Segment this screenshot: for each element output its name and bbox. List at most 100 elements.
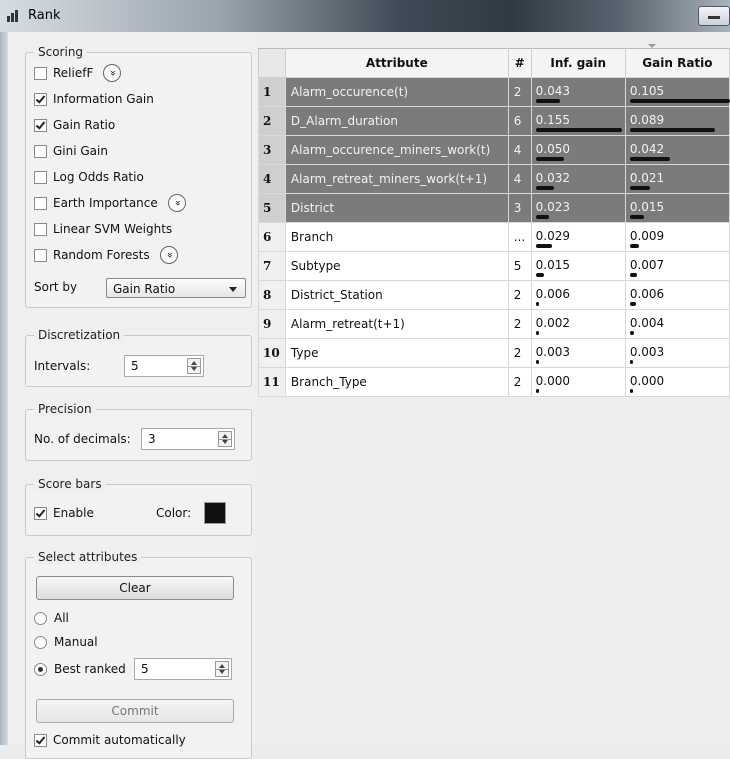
- attribute-name[interactable]: D_Alarm_duration: [284, 106, 509, 136]
- scoring-method-row[interactable]: Gain Ratio: [34, 115, 115, 135]
- scoring-method-checkbox[interactable]: [34, 66, 47, 80]
- attribute-name[interactable]: Alarm_occurence_miners_work(t): [284, 135, 509, 165]
- attribute-name[interactable]: District: [284, 193, 509, 223]
- attribute-name[interactable]: Alarm_occurence(t): [284, 77, 509, 107]
- table-row[interactable]: 11 Branch_Type 2 0.000 0.000: [258, 367, 730, 397]
- scoring-method-checkbox[interactable]: [34, 92, 47, 106]
- inf-gain-cell[interactable]: 0.003: [530, 338, 626, 368]
- scoring-method-checkbox[interactable]: [34, 196, 47, 210]
- table-row[interactable]: 7 Subtype 5 0.015 0.007: [258, 251, 730, 281]
- value-count[interactable]: 3: [507, 193, 532, 223]
- color-swatch-button[interactable]: [204, 502, 227, 524]
- value-count[interactable]: 2: [507, 338, 532, 368]
- row-index[interactable]: 2: [258, 106, 286, 136]
- row-index[interactable]: 8: [258, 280, 286, 310]
- scoring-method-checkbox[interactable]: [34, 248, 47, 262]
- gain-ratio-cell[interactable]: 0.003: [624, 338, 730, 368]
- intervals-spinbox[interactable]: 5: [124, 355, 204, 377]
- decimals-spinbox[interactable]: 3: [141, 428, 235, 450]
- inf-gain-cell[interactable]: 0.006: [530, 280, 626, 310]
- gain-ratio-cell[interactable]: 0.004: [624, 309, 730, 339]
- header-gain-ratio[interactable]: Gain Ratio: [624, 48, 730, 78]
- scoring-method-row[interactable]: ReliefF »: [34, 63, 122, 83]
- attribute-name[interactable]: District_Station: [284, 280, 509, 310]
- row-index[interactable]: 4: [258, 164, 286, 194]
- spin-arrows-icon[interactable]: [218, 431, 232, 447]
- row-index[interactable]: 11: [258, 367, 286, 397]
- gain-ratio-cell[interactable]: 0.006: [624, 280, 730, 310]
- scoring-method-row[interactable]: Information Gain: [34, 89, 154, 109]
- inf-gain-cell[interactable]: 0.023: [530, 193, 626, 223]
- table-row[interactable]: 1 Alarm_occurence(t) 2 0.043 0.105: [258, 77, 730, 107]
- table-row[interactable]: 4 Alarm_retreat_miners_work(t+1) 4 0.032 0.0…: [258, 164, 730, 194]
- table-row[interactable]: 2 D_Alarm_duration 6 0.155 0.089: [258, 106, 730, 136]
- table-row[interactable]: 9 Alarm_retreat(t+1) 2 0.002 0.004: [258, 309, 730, 339]
- header-inf-gain[interactable]: Inf. gain: [530, 48, 626, 78]
- expand-options-icon[interactable]: »: [103, 64, 122, 82]
- gain-ratio-cell[interactable]: 0.009: [624, 222, 730, 252]
- attribute-name[interactable]: Subtype: [284, 251, 509, 281]
- value-count[interactable]: 4: [507, 164, 532, 194]
- row-index[interactable]: 5: [258, 193, 286, 223]
- gain-ratio-cell[interactable]: 0.007: [624, 251, 730, 281]
- header-count[interactable]: #: [507, 48, 532, 78]
- value-count[interactable]: 2: [507, 309, 532, 339]
- row-index[interactable]: 1: [258, 77, 286, 107]
- inf-gain-cell[interactable]: 0.032: [530, 164, 626, 194]
- spin-arrows-icon[interactable]: [215, 661, 229, 677]
- scoring-method-checkbox[interactable]: [34, 222, 47, 236]
- inf-gain-cell[interactable]: 0.015: [530, 251, 626, 281]
- table-row[interactable]: 5 District 3 0.023 0.015: [258, 193, 730, 223]
- spin-arrows-icon[interactable]: [187, 358, 201, 374]
- radio-manual-indicator[interactable]: [34, 635, 47, 649]
- table-row[interactable]: 8 District_Station 2 0.006 0.006: [258, 280, 730, 310]
- attribute-name[interactable]: Type: [284, 338, 509, 368]
- attribute-name[interactable]: Alarm_retreat_miners_work(t+1): [284, 164, 509, 194]
- inf-gain-cell[interactable]: 0.000: [530, 367, 626, 397]
- row-index[interactable]: 3: [258, 135, 286, 165]
- inf-gain-cell[interactable]: 0.050: [530, 135, 626, 165]
- inf-gain-cell[interactable]: 0.043: [530, 77, 626, 107]
- minimize-button[interactable]: [698, 6, 730, 26]
- radio-best-ranked-indicator[interactable]: [34, 662, 47, 676]
- value-count[interactable]: ...: [507, 222, 532, 252]
- value-count[interactable]: 2: [507, 367, 532, 397]
- scoring-method-row[interactable]: Gini Gain: [34, 141, 108, 161]
- gain-ratio-cell[interactable]: 0.042: [624, 135, 730, 165]
- value-count[interactable]: 5: [507, 251, 532, 281]
- value-count[interactable]: 2: [507, 77, 532, 107]
- inf-gain-cell[interactable]: 0.155: [530, 106, 626, 136]
- attribute-name[interactable]: Alarm_retreat(t+1): [284, 309, 509, 339]
- inf-gain-cell[interactable]: 0.002: [530, 309, 626, 339]
- header-attribute[interactable]: Attribute: [284, 48, 509, 78]
- scoring-method-row[interactable]: Earth Importance »: [34, 193, 186, 213]
- expand-options-icon[interactable]: »: [167, 194, 186, 212]
- scoring-method-row[interactable]: Random Forests »: [34, 245, 178, 265]
- table-row[interactable]: 3 Alarm_occurence_miners_work(t) 4 0.050 0.0…: [258, 135, 730, 165]
- attribute-name[interactable]: Branch: [284, 222, 509, 252]
- gain-ratio-cell[interactable]: 0.089: [624, 106, 730, 136]
- value-count[interactable]: 2: [507, 280, 532, 310]
- expand-options-icon[interactable]: »: [159, 246, 178, 264]
- radio-manual[interactable]: Manual: [34, 632, 98, 652]
- row-index[interactable]: 10: [258, 338, 286, 368]
- gain-ratio-cell[interactable]: 0.021: [624, 164, 730, 194]
- scoring-method-row[interactable]: Linear SVM Weights: [34, 219, 172, 239]
- row-index[interactable]: 7: [258, 251, 286, 281]
- clear-button[interactable]: Clear: [36, 576, 234, 600]
- radio-all[interactable]: All: [34, 608, 69, 628]
- gain-ratio-cell[interactable]: 0.105: [624, 77, 730, 107]
- table-row[interactable]: 10 Type 2 0.003 0.003: [258, 338, 730, 368]
- value-count[interactable]: 4: [507, 135, 532, 165]
- scoring-method-checkbox[interactable]: [34, 118, 47, 132]
- row-index[interactable]: 6: [258, 222, 286, 252]
- radio-all-indicator[interactable]: [34, 611, 47, 625]
- inf-gain-cell[interactable]: 0.029: [530, 222, 626, 252]
- gain-ratio-cell[interactable]: 0.015: [624, 193, 730, 223]
- gain-ratio-cell[interactable]: 0.000: [624, 367, 730, 397]
- scoring-method-checkbox[interactable]: [34, 144, 47, 158]
- sort-by-combo[interactable]: Gain Ratio: [106, 278, 246, 298]
- enable-checkbox[interactable]: [34, 506, 47, 520]
- table-row[interactable]: 6 Branch... 0.029 0.009: [258, 222, 730, 252]
- attribute-name[interactable]: Branch_Type: [284, 367, 509, 397]
